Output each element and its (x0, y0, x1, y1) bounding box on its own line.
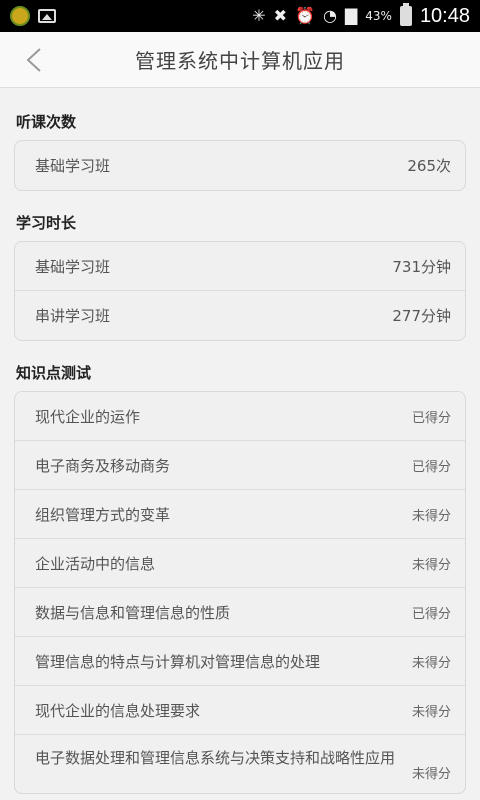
list-item[interactable]: 基础学习班 265次 (15, 141, 465, 190)
item-label: 管理信息的特点与计算机对管理信息的处理 (35, 652, 321, 671)
status-right: ✳ ✖ ⏰ ◔ ▇ 43% 10:48 (252, 3, 470, 28)
item-label: 基础学习班 (35, 157, 111, 175)
chevron-left-icon (26, 48, 41, 72)
section-title-study-time: 学习时长 (16, 214, 77, 232)
status-badge: 未得分 (411, 767, 451, 782)
wifi-icon: ◔ (322, 6, 337, 25)
list-item[interactable]: 企业活动中的信息 未得分 (15, 539, 465, 588)
item-label: 串讲学习班 (35, 307, 111, 325)
section-title-lecture-count: 听课次数 (16, 113, 77, 131)
list-item[interactable]: 组织管理方式的变革 未得分 (15, 490, 465, 539)
alarm-icon: ⏰ (295, 6, 315, 25)
mute-icon: ✖ (273, 6, 288, 25)
status-badge: 已得分 (411, 459, 451, 475)
lecture-count-card: 基础学习班 265次 (14, 140, 466, 191)
item-label: 数据与信息和管理信息的性质 (35, 603, 231, 622)
list-item[interactable]: 管理信息的特点与计算机对管理信息的处理 未得分 (15, 637, 465, 686)
page-title: 管理系统中计算机应用 (135, 49, 345, 73)
list-item[interactable]: 基础学习班 731分钟 (15, 242, 465, 291)
status-badge: 已得分 (411, 606, 451, 622)
item-value: 265次 (407, 157, 451, 175)
item-value: 277分钟 (392, 307, 451, 325)
clock: 10:48 (419, 4, 470, 27)
list-item[interactable]: 现代企业的运作 已得分 (15, 392, 465, 441)
list-item[interactable]: 电子数据处理和管理信息系统与决策支持和战略性应用 未得分 (15, 735, 465, 793)
study-time-card: 基础学习班 731分钟 串讲学习班 277分钟 (14, 241, 466, 341)
status-badge: 未得分 (411, 557, 451, 573)
item-label: 现代企业的运作 (35, 407, 141, 426)
list-item[interactable]: 串讲学习班 277分钟 (15, 291, 465, 340)
item-label: 组织管理方式的变革 (35, 505, 171, 524)
item-label: 电子数据处理和管理信息系统与决策支持和战略性应用 (35, 749, 396, 767)
status-bar: ✳ ✖ ⏰ ◔ ▇ 43% 10:48 (0, 0, 480, 32)
item-label: 电子商务及移动商务 (35, 456, 171, 475)
status-badge: 未得分 (411, 704, 451, 720)
status-badge: 已得分 (411, 410, 451, 426)
signal-icon: ▇ (344, 6, 358, 25)
knowledge-test-card: 现代企业的运作 已得分 电子商务及移动商务 已得分 组织管理方式的变革 未得分 … (14, 391, 466, 794)
item-label: 基础学习班 (35, 257, 111, 276)
item-label: 现代企业的信息处理要求 (35, 701, 201, 720)
back-button[interactable] (14, 40, 54, 80)
content: 听课次数 基础学习班 265次 学习时长 基础学习班 731分钟 串讲学习班 2… (0, 88, 480, 800)
app-icon (10, 6, 30, 26)
section-title-knowledge-test: 知识点测试 (16, 364, 92, 382)
item-value: 731分钟 (392, 257, 451, 276)
status-left (10, 6, 56, 26)
nav-bar: 管理系统中计算机应用 (0, 32, 480, 88)
list-item[interactable]: 电子商务及移动商务 已得分 (15, 441, 465, 490)
status-badge: 未得分 (411, 508, 451, 524)
list-item[interactable]: 现代企业的信息处理要求 未得分 (15, 686, 465, 735)
battery-icon (399, 3, 412, 26)
list-item[interactable]: 数据与信息和管理信息的性质 已得分 (15, 588, 465, 637)
bluetooth-icon: ✳ (252, 6, 266, 25)
item-label: 企业活动中的信息 (35, 554, 156, 573)
status-badge: 未得分 (411, 655, 451, 671)
image-icon (38, 9, 56, 23)
battery-percent: 43% (365, 9, 392, 23)
